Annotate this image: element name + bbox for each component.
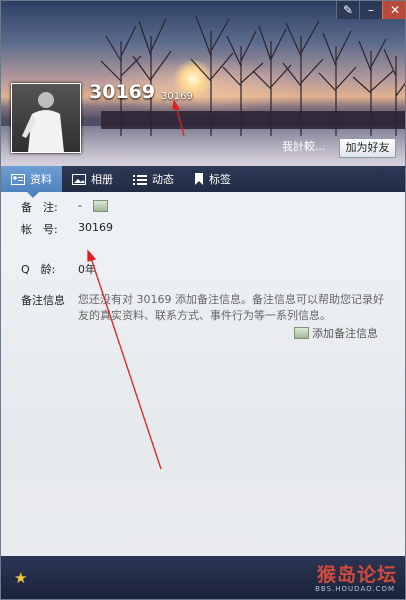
watermark-url: BBS.HOUDAO.COM: [315, 585, 395, 593]
profile-window: ✎ – ✕ 30169 30169 我計較... 加为好友 资料 相册 动态 标…: [0, 0, 406, 600]
bottom-bar: ★ 猴岛论坛 BBS.HOUDAO.COM: [1, 556, 405, 599]
arrow-head-id-icon: [172, 99, 181, 110]
star-icon[interactable]: ★: [14, 569, 27, 587]
watermark: 猴岛论坛: [316, 564, 397, 586]
annotation-arrows: [87, 99, 185, 470]
arrow-to-age: [90, 257, 162, 470]
arrow-head-age-icon: [87, 249, 97, 262]
